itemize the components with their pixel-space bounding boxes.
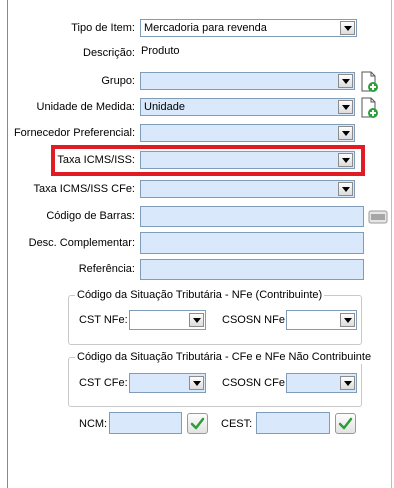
unidade-label: Unidade de Medida: — [36, 101, 135, 113]
referencia-input[interactable] — [140, 259, 364, 280]
cst-nfe-label: CST NFe: — [79, 314, 128, 326]
tipo-item-select[interactable]: Mercadoria para revenda — [140, 19, 357, 37]
taxa-icms-select[interactable] — [140, 151, 355, 169]
chevron-down-icon[interactable] — [338, 126, 353, 140]
tipo-item-label: Tipo de Item: — [71, 22, 135, 34]
checkmark-icon[interactable] — [187, 413, 208, 434]
chevron-down-icon[interactable] — [338, 182, 353, 196]
taxa-icms-cfe-select[interactable] — [140, 180, 355, 198]
document-add-icon[interactable] — [359, 97, 379, 118]
grupo-select[interactable] — [140, 72, 355, 90]
csosn-cfe-select[interactable] — [286, 373, 357, 393]
referencia-label: Referência: — [78, 263, 135, 275]
unidade-value: Unidade — [144, 101, 185, 113]
chevron-down-icon[interactable] — [338, 74, 353, 88]
cfe-group-title: Código da Situação Tributária - CFe e NF… — [75, 351, 374, 364]
nfe-group-title: Código da Situação Tributária - NFe (Con… — [75, 289, 325, 302]
codigo-barras-label: Código de Barras: — [46, 210, 135, 222]
desc-complementar-input[interactable] — [140, 232, 364, 254]
unidade-select[interactable]: Unidade — [140, 98, 355, 116]
barcode-icon[interactable] — [368, 207, 388, 227]
grupo-label: Grupo: — [101, 75, 135, 87]
descricao-value: Produto — [141, 45, 180, 57]
ncm-input[interactable] — [109, 412, 182, 434]
document-add-icon[interactable] — [359, 71, 379, 92]
descricao-label: Descrição: — [83, 47, 135, 59]
fornecedor-select[interactable] — [140, 124, 355, 142]
fornecedor-label: Fornecedor Preferencial: — [13, 127, 135, 139]
cst-cfe-select[interactable] — [129, 373, 206, 393]
chevron-down-icon[interactable] — [189, 376, 204, 390]
chevron-down-icon[interactable] — [189, 313, 204, 327]
csosn-cfe-label: CSOSN CFe: — [222, 377, 289, 389]
chevron-down-icon[interactable] — [338, 100, 353, 114]
codigo-barras-input[interactable] — [140, 206, 364, 227]
ncm-label: NCM: — [79, 418, 108, 430]
chevron-down-icon[interactable] — [340, 376, 355, 390]
chevron-down-icon[interactable] — [340, 21, 355, 35]
checkmark-icon[interactable] — [335, 413, 356, 434]
chevron-down-icon[interactable] — [340, 313, 355, 327]
csosn-nfe-label: CSOSN NFe: — [222, 314, 289, 326]
chevron-down-icon[interactable] — [338, 153, 353, 167]
cest-label: CEST: — [221, 418, 253, 430]
window-left-border — [7, 0, 8, 488]
cest-input[interactable] — [256, 412, 330, 434]
taxa-icms-cfe-label: Taxa ICMS/ISS CFe: — [33, 183, 135, 195]
desc-complementar-label: Desc. Complementar: — [28, 237, 135, 249]
cst-nfe-select[interactable] — [129, 310, 206, 330]
window-right-border — [391, 0, 392, 488]
csosn-nfe-select[interactable] — [286, 310, 357, 330]
cst-cfe-label: CST CFe: — [79, 377, 128, 389]
taxa-icms-label: Taxa ICMS/ISS: — [57, 154, 135, 166]
tipo-item-value: Mercadoria para revenda — [144, 22, 267, 34]
